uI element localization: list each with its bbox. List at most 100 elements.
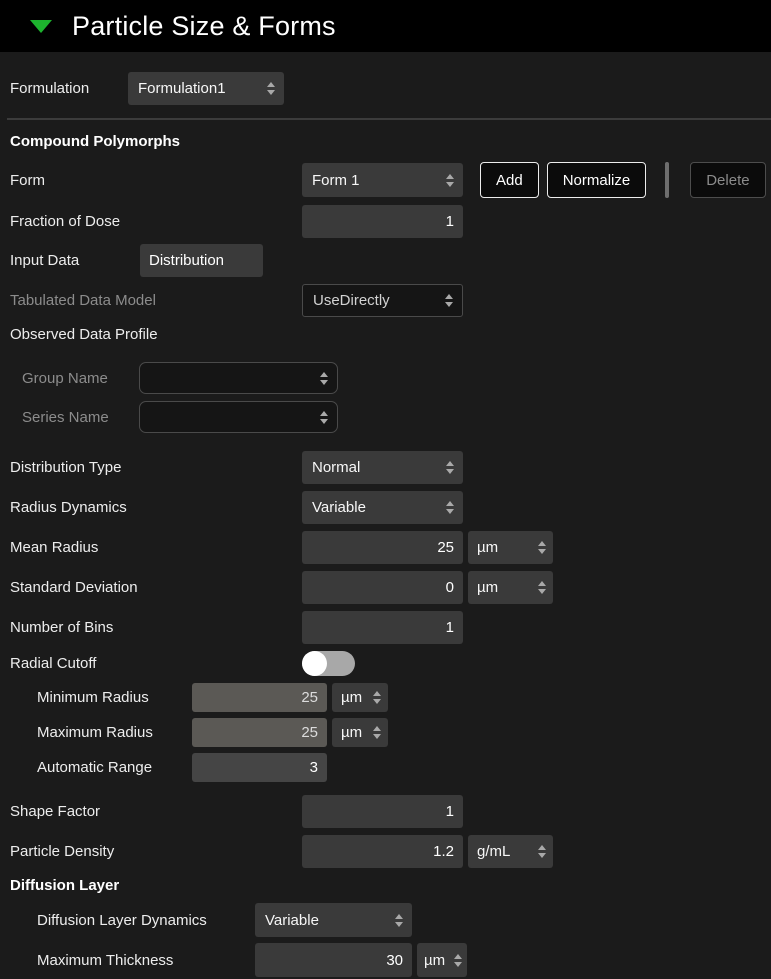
form-value: Form 1 xyxy=(312,172,360,189)
stepper-icon xyxy=(538,845,546,858)
mean-radius-unit-dropdown[interactable]: µm xyxy=(468,531,553,564)
diffusion-layer-dynamics-dropdown[interactable]: Variable xyxy=(255,903,412,937)
diffusion-layer-dynamics-label: Diffusion Layer Dynamics xyxy=(37,912,255,929)
tabulated-data-model-label: Tabulated Data Model xyxy=(10,292,302,309)
stepper-icon xyxy=(373,691,381,704)
maximum-radius-unit: µm xyxy=(341,724,362,741)
group-name-label: Group Name xyxy=(22,370,139,387)
radial-cutoff-row: Radial Cutoff xyxy=(10,647,771,679)
minimum-radius-label: Minimum Radius xyxy=(37,689,192,706)
input-data-label: Input Data xyxy=(10,252,140,269)
add-button[interactable]: Add xyxy=(480,162,539,198)
tabulated-data-model-value: UseDirectly xyxy=(313,292,390,309)
maximum-thickness-label: Maximum Thickness xyxy=(37,952,255,969)
standard-deviation-value: 0 xyxy=(446,579,454,596)
tabulated-data-model-row: Tabulated Data Model UseDirectly xyxy=(10,284,771,317)
radial-cutoff-toggle[interactable] xyxy=(302,651,355,676)
stepper-icon xyxy=(373,726,381,739)
diffusion-layer-dynamics-value: Variable xyxy=(265,912,319,929)
number-of-bins-row: Number of Bins 1 xyxy=(10,611,771,644)
minimum-radius-unit-dropdown[interactable]: µm xyxy=(332,683,388,712)
stepper-icon xyxy=(446,501,454,514)
automatic-range-row: Automatic Range 3 xyxy=(37,753,771,782)
maximum-thickness-unit-dropdown[interactable]: µm xyxy=(417,943,467,977)
stepper-icon xyxy=(538,541,546,554)
group-name-row: Group Name xyxy=(22,362,771,394)
group-name-dropdown xyxy=(139,362,338,394)
section-divider xyxy=(7,118,771,120)
stepper-icon xyxy=(395,914,403,927)
standard-deviation-label: Standard Deviation xyxy=(10,579,302,596)
automatic-range-value: 3 xyxy=(310,759,318,776)
number-of-bins-label: Number of Bins xyxy=(10,619,302,636)
formulation-row: Formulation Formulation1 xyxy=(10,72,771,105)
standard-deviation-unit-dropdown[interactable]: µm xyxy=(468,571,553,604)
delete-button: Delete xyxy=(690,162,765,198)
distribution-type-row: Distribution Type Normal xyxy=(10,451,771,484)
minimum-radius-value: 25 xyxy=(301,689,318,706)
stepper-icon xyxy=(267,82,275,95)
page-title: Particle Size & Forms xyxy=(72,11,336,42)
fraction-of-dose-label: Fraction of Dose xyxy=(10,213,302,230)
input-data-row: Input Data Distribution xyxy=(10,244,771,277)
observed-data-profile-heading: Observed Data Profile xyxy=(10,326,771,343)
mean-radius-value: 25 xyxy=(437,539,454,556)
maximum-radius-label: Maximum Radius xyxy=(37,724,192,741)
maximum-radius-value: 25 xyxy=(301,724,318,741)
stepper-icon xyxy=(446,461,454,474)
particle-density-row: Particle Density 1.2 g/mL xyxy=(10,835,771,868)
form-dropdown[interactable]: Form 1 xyxy=(302,163,463,197)
particle-density-label: Particle Density xyxy=(10,843,302,860)
panel-header: Particle Size & Forms xyxy=(0,0,771,52)
radius-dynamics-value: Variable xyxy=(312,499,366,516)
standard-deviation-unit: µm xyxy=(477,579,498,596)
mean-radius-input[interactable]: 25 xyxy=(302,531,463,564)
particle-density-input[interactable]: 1.2 xyxy=(302,835,463,868)
shape-factor-row: Shape Factor 1 xyxy=(10,795,771,828)
collapse-triangle-icon[interactable] xyxy=(30,20,52,33)
fraction-of-dose-row: Fraction of Dose 1 xyxy=(10,205,771,238)
mean-radius-label: Mean Radius xyxy=(10,539,302,556)
tabulated-data-model-dropdown: UseDirectly xyxy=(302,284,463,317)
input-data-dropdown[interactable]: Distribution xyxy=(140,244,263,277)
stepper-icon xyxy=(320,372,328,385)
shape-factor-input[interactable]: 1 xyxy=(302,795,463,828)
fraction-of-dose-value: 1 xyxy=(446,213,454,230)
radius-dynamics-row: Radius Dynamics Variable xyxy=(10,491,771,524)
maximum-radius-row: Maximum Radius 25 µm xyxy=(37,718,771,747)
particle-density-unit-dropdown[interactable]: g/mL xyxy=(468,835,553,868)
maximum-thickness-input[interactable]: 30 xyxy=(255,943,412,977)
diffusion-layer-heading: Diffusion Layer xyxy=(10,877,771,894)
minimum-radius-input: 25 xyxy=(192,683,327,712)
shape-factor-value: 1 xyxy=(446,803,454,820)
minimum-radius-row: Minimum Radius 25 µm xyxy=(37,683,771,712)
maximum-radius-input: 25 xyxy=(192,718,327,747)
distribution-type-value: Normal xyxy=(312,459,360,476)
normalize-button[interactable]: Normalize xyxy=(547,162,647,198)
series-name-dropdown xyxy=(139,401,338,433)
automatic-range-input[interactable]: 3 xyxy=(192,753,327,782)
stepper-icon xyxy=(320,411,328,424)
shape-factor-label: Shape Factor xyxy=(10,803,302,820)
distribution-type-dropdown[interactable]: Normal xyxy=(302,451,463,484)
maximum-thickness-row: Maximum Thickness 30 µm xyxy=(37,943,771,977)
formulation-value: Formulation1 xyxy=(138,80,226,97)
fraction-of-dose-input[interactable]: 1 xyxy=(302,205,463,238)
radius-dynamics-label: Radius Dynamics xyxy=(10,499,302,516)
number-of-bins-input[interactable]: 1 xyxy=(302,611,463,644)
stepper-icon xyxy=(446,174,454,187)
standard-deviation-row: Standard Deviation 0 µm xyxy=(10,571,771,604)
series-name-label: Series Name xyxy=(22,409,139,426)
radius-dynamics-dropdown[interactable]: Variable xyxy=(302,491,463,524)
button-group-separator xyxy=(665,162,669,198)
stepper-icon xyxy=(454,954,462,967)
maximum-radius-unit-dropdown[interactable]: µm xyxy=(332,718,388,747)
compound-polymorphs-heading: Compound Polymorphs xyxy=(10,133,771,150)
stepper-icon xyxy=(445,294,453,307)
maximum-thickness-unit: µm xyxy=(424,952,445,969)
standard-deviation-input[interactable]: 0 xyxy=(302,571,463,604)
radial-cutoff-label: Radial Cutoff xyxy=(10,655,302,672)
form-label: Form xyxy=(10,172,302,189)
distribution-type-label: Distribution Type xyxy=(10,459,302,476)
formulation-dropdown[interactable]: Formulation1 xyxy=(128,72,284,105)
